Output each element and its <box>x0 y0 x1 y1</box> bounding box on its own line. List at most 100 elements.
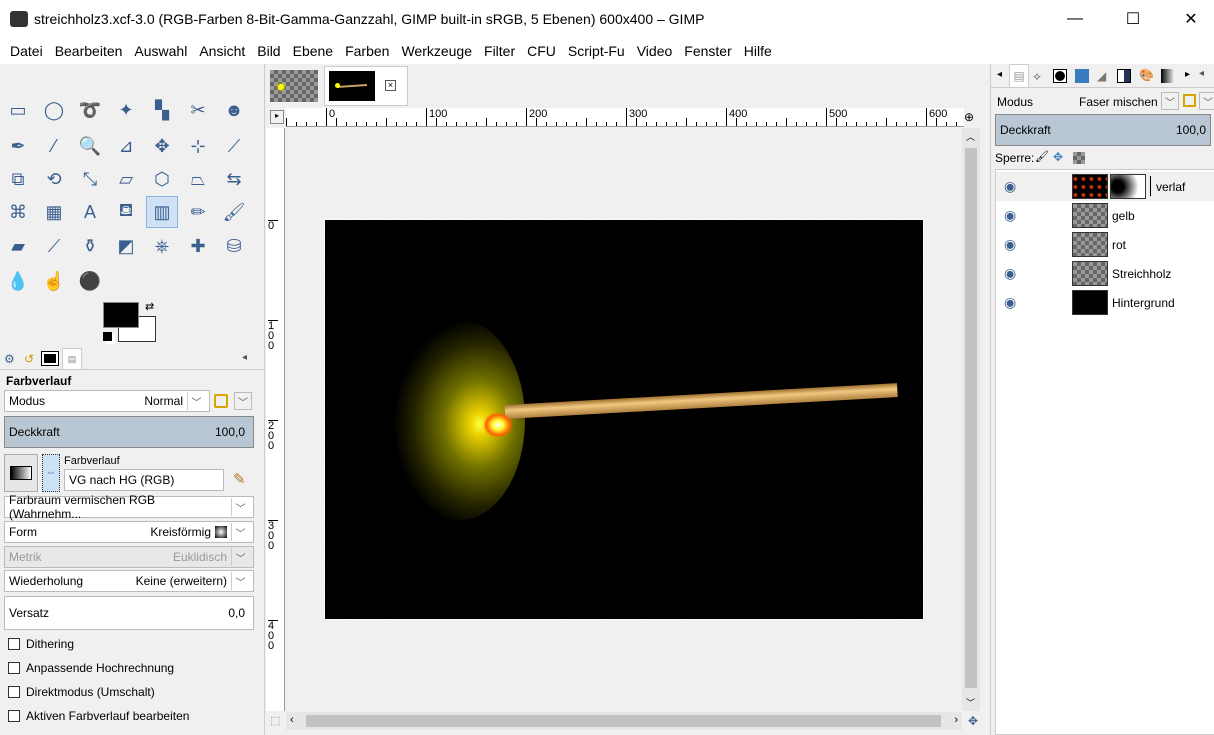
menu-scriptfu[interactable]: Script-Fu <box>562 43 631 59</box>
layer-row-hintergrund[interactable]: ◉ Hintergrund <box>996 288 1214 317</box>
zoom-tool-icon[interactable]: 🔍 <box>74 130 106 162</box>
menu-auswahl[interactable]: Auswahl <box>128 43 193 59</box>
smudge-tool-icon[interactable]: ☝ <box>38 265 70 297</box>
fuzzy-select-tool-icon[interactable]: ✦ <box>110 94 142 126</box>
mode-reset-icon[interactable] <box>214 394 228 408</box>
paths-tool-icon[interactable]: ✒ <box>2 130 34 162</box>
gradient-name-field[interactable]: VG nach HG (RGB) <box>64 469 224 491</box>
layer-opacity-slider[interactable]: Deckkraft 100,0 <box>995 114 1211 146</box>
measure-tool-icon[interactable]: ⊿ <box>110 130 142 162</box>
dodge-burn-tool-icon[interactable]: ⚫ <box>74 265 106 297</box>
menu-ansicht[interactable]: Ansicht <box>193 43 251 59</box>
undo-history-tab-icon[interactable] <box>41 351 59 366</box>
move-tool-icon[interactable]: ✥ <box>146 130 178 162</box>
lock-position-icon[interactable]: ✥ <box>1053 150 1063 164</box>
flip-tool-icon[interactable]: ⇆ <box>218 163 250 195</box>
shape-select[interactable]: Form Kreisförmig ﹀ <box>4 521 254 543</box>
close-tab-icon[interactable]: × <box>385 80 396 91</box>
palettes-tab-icon[interactable]: 🎨 <box>1139 68 1154 82</box>
menu-farben[interactable]: Farben <box>339 43 395 59</box>
channels-tab-icon[interactable] <box>1053 69 1067 83</box>
colormap-tab-icon[interactable] <box>1075 69 1089 83</box>
visibility-eye-icon[interactable]: ◉ <box>1004 265 1024 282</box>
checkbox-dithering[interactable]: Dithering <box>8 637 74 651</box>
gradient-tool-icon[interactable]: ▥ <box>146 196 178 228</box>
visibility-eye-icon[interactable]: ◉ <box>1004 178 1024 195</box>
menu-ebene[interactable]: Ebene <box>287 43 339 59</box>
layer-mode-value[interactable]: Faser mischen <box>1079 95 1158 109</box>
blend-color-space-select[interactable]: Farbraum vermischen RGB (Wahrnehm... ﹀ <box>4 493 254 521</box>
blur-tool-icon[interactable]: 💧 <box>2 265 34 297</box>
mypaint-brush-tool-icon[interactable]: ◩ <box>110 230 142 262</box>
free-select-tool-icon[interactable]: ➰ <box>74 94 106 126</box>
scroll-left-icon[interactable]: ‹ <box>290 714 294 726</box>
visibility-eye-icon[interactable]: ◉ <box>1004 207 1024 224</box>
bucket-fill-tool-icon[interactable]: ⛾ <box>110 196 142 228</box>
alignment-tool-icon[interactable]: ⊹ <box>182 130 214 162</box>
configure-tab-icon[interactable]: ◂ <box>242 352 247 363</box>
layers-tab-icon[interactable]: ▤ <box>1009 64 1029 88</box>
layer-row-rot[interactable]: ◉ rot <box>996 230 1214 259</box>
minimize-button[interactable]: — <box>1052 0 1098 38</box>
color-picker-tool-icon[interactable]: ⁄ <box>38 130 70 162</box>
menu-fenster[interactable]: Fenster <box>678 43 737 59</box>
paintbrush-tool-icon[interactable]: 🖌 <box>218 196 250 228</box>
menu-bearbeiten[interactable]: Bearbeiten <box>49 43 129 59</box>
image-tab-2[interactable]: × <box>324 66 408 106</box>
text-tool-icon[interactable]: A <box>74 196 106 228</box>
image-tab-1[interactable] <box>270 70 318 102</box>
scroll-right-icon[interactable]: › <box>954 714 958 726</box>
configure-tab-icon[interactable]: ◂ <box>1199 68 1204 79</box>
checkbox-box[interactable] <box>8 686 20 698</box>
checkbox-box[interactable] <box>8 638 20 650</box>
tabs-left-arrow-icon[interactable]: ◂ <box>997 69 1002 80</box>
clone-tool-icon[interactable]: ⎈ <box>146 230 178 262</box>
pencil-tool-icon[interactable]: ✏ <box>182 196 214 228</box>
mode-reset-icon[interactable] <box>1183 94 1196 107</box>
mode-extra-dropdown[interactable]: ﹀ <box>234 392 252 410</box>
layer-name[interactable]: verlaf <box>1156 180 1185 194</box>
menu-cfu[interactable]: CFU <box>521 43 562 59</box>
menu-werkzeuge[interactable]: Werkzeuge <box>395 43 478 59</box>
navigate-icon[interactable]: ⬚ <box>270 714 280 727</box>
tool-options-tab-icon[interactable]: ⚙ <box>4 352 15 366</box>
canvas[interactable] <box>286 128 962 711</box>
lock-pixels-icon[interactable]: 🖌 <box>1035 150 1049 163</box>
unified-transform-tool-icon[interactable]: ⧉ <box>2 163 34 195</box>
gradients-tab-icon[interactable] <box>1161 69 1175 83</box>
heal-tool-icon[interactable]: ✚ <box>182 230 214 262</box>
eraser-tool-icon[interactable]: ▰ <box>2 230 34 262</box>
opacity-slider[interactable]: Deckkraft 100,0 <box>4 416 254 448</box>
device-status-tab-icon[interactable]: ↺ <box>24 352 34 366</box>
repeat-select[interactable]: Wiederholung Keine (erweitern) ﹀ <box>4 570 254 592</box>
rotate-tool-icon[interactable]: ⟲ <box>38 163 70 195</box>
menu-datei[interactable]: Datei <box>4 43 49 59</box>
menu-video[interactable]: Video <box>631 43 679 59</box>
perspective-clone-tool-icon[interactable]: ⛁ <box>218 230 250 262</box>
visibility-eye-icon[interactable]: ◉ <box>1004 236 1024 253</box>
maximize-button[interactable]: ☐ <box>1110 0 1156 38</box>
menu-bild[interactable]: Bild <box>251 43 286 59</box>
layer-mask-thumbnail[interactable] <box>1110 174 1146 199</box>
reverse-gradient-toggle[interactable]: ⇔ <box>42 454 60 492</box>
cage-tool-icon[interactable]: ⬡ <box>146 163 178 195</box>
perspective-tool-icon[interactable]: ⏢ <box>182 163 214 195</box>
offset-slider[interactable]: Versatz 0,0 <box>4 596 254 630</box>
images-tab-icon[interactable]: ▤ <box>62 348 82 370</box>
layer-row-gelb[interactable]: ◉ gelb <box>996 201 1214 230</box>
paths-tab-icon[interactable]: ⟡ <box>1033 69 1041 84</box>
rect-select-tool-icon[interactable]: ▭ <box>2 94 34 126</box>
layer-mode-extra-dropdown[interactable]: ﹀ <box>1199 92 1214 110</box>
ellipse-select-tool-icon[interactable]: ◯ <box>38 94 70 126</box>
mode-select[interactable]: Modus Normal ﹀ <box>4 390 210 412</box>
warp-tool-icon[interactable]: ⌘ <box>2 196 34 228</box>
navigation-move-icon[interactable]: ✥ <box>968 714 978 728</box>
checkbox-box[interactable] <box>8 710 20 722</box>
menu-hilfe[interactable]: Hilfe <box>738 43 778 59</box>
checkbox-aktiven[interactable]: Aktiven Farbverlauf bearbeiten <box>8 709 189 723</box>
foreground-select-tool-icon[interactable]: ☻ <box>218 94 250 126</box>
gradient-checker-tool-icon[interactable]: ▦ <box>38 196 70 228</box>
default-colors-icon[interactable] <box>103 332 112 341</box>
quick-mask-menu-icon[interactable]: ▸ <box>270 110 284 124</box>
scroll-down-icon[interactable]: ﹀ <box>966 696 975 709</box>
